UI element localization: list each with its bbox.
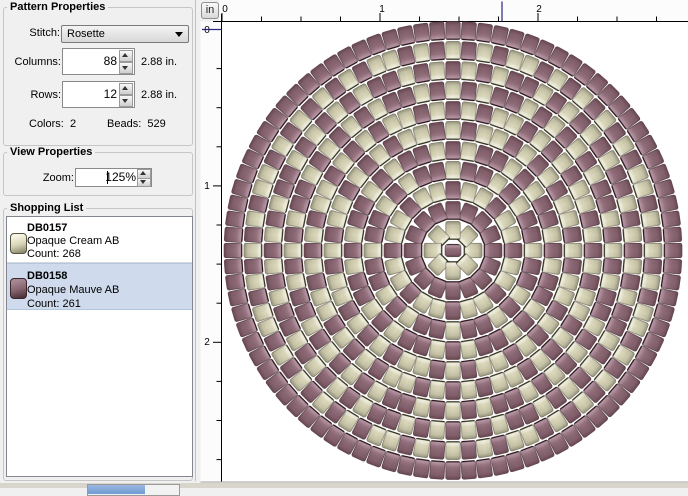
svg-text:0: 0 bbox=[204, 25, 210, 36]
svg-text:1: 1 bbox=[379, 4, 385, 15]
svg-text:2: 2 bbox=[536, 4, 542, 15]
svg-text:0: 0 bbox=[222, 4, 228, 15]
svg-text:1: 1 bbox=[204, 181, 210, 192]
svg-text:2: 2 bbox=[204, 337, 210, 348]
